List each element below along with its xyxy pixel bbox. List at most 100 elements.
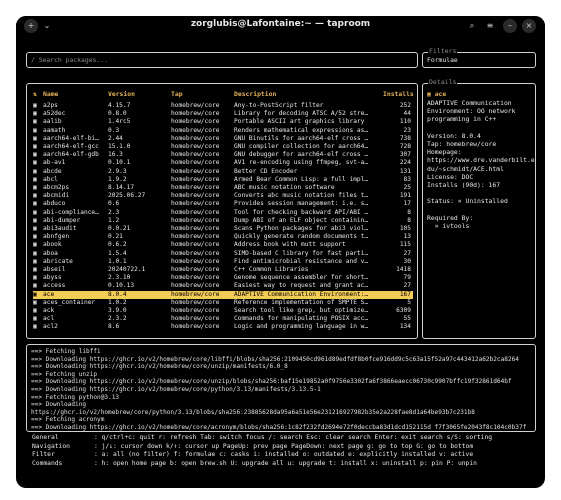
cell-description: Quickly generate random documents t… <box>234 233 369 241</box>
cell-description: Renders mathematical expressions as… <box>234 126 369 134</box>
table-row[interactable]: ▣ ab-av1 0.10.1 homebrew/core AV1 re-encodin… <box>33 159 413 167</box>
cell-tap: homebrew/core <box>171 175 220 183</box>
help-text: q/ctrl+c: quit r: refresh Tab: switch fo… <box>101 434 493 441</box>
cell-installs: 23 <box>403 126 411 134</box>
table-row[interactable]: ▣ acl 2.3.2 homebrew/core Commands for manip… <box>33 315 413 323</box>
cell-tap: homebrew/core <box>171 159 220 167</box>
details-panel: Details ▣ ace ADAPTIVE Communication Envi… <box>422 78 536 339</box>
help-label: General <box>32 434 59 441</box>
table-row[interactable]: ▣ aarch64-elf-bi… 2.44 homebrew/core GNU Bin… <box>33 135 413 143</box>
package-icon: ▣ <box>33 290 37 298</box>
close-icon[interactable]: × <box>522 19 536 33</box>
packages-table[interactable]: ⇅ Name Version Tap Description Installs … <box>26 83 418 339</box>
log-line: ==> Downloading https://ghcr.io/v2/homeb… <box>31 378 512 386</box>
package-icon: ▣ <box>33 110 37 118</box>
log-panel[interactable]: ==> Fetching libffi ==> Downloading https… <box>26 344 536 432</box>
title-bar: + ⌄ zorglubis@Lafontaine:~ — taproom ⌕ ≡… <box>16 16 545 36</box>
cell-installs: 252 <box>399 102 411 109</box>
help-label: Filter <box>32 451 55 459</box>
table-row[interactable]: ▣ abduco 0.6 homebrew/core Provides session … <box>33 200 413 208</box>
search-icon[interactable]: ⌕ <box>465 19 479 33</box>
table-row[interactable]: ▣ aces_container 1.0.2 homebrew/core Referen… <box>33 299 413 307</box>
header-description[interactable]: Description <box>234 90 276 98</box>
cell-installs: 134 <box>399 323 411 331</box>
cell-tap: homebrew/core <box>171 257 220 265</box>
cell-name: abyss <box>43 274 62 282</box>
log-line: ==> Downloading https://ghcr.io/v2/homeb… <box>31 424 527 431</box>
cell-name: abi3audit <box>43 225 77 232</box>
table-row[interactable]: ▣ abyss 2.3.10 homebrew/core Genome sequence… <box>33 274 413 282</box>
table-row[interactable]: ▣ abi-compliance… 2.3 homebrew/core Tool for… <box>33 209 413 217</box>
table-row[interactable]: ▣ abi-dumper 1.2 homebrew/core Dump ABI of a… <box>33 217 413 225</box>
cell-name: abduco <box>43 200 66 208</box>
cell-description: Genome sequence assembler for short… <box>234 274 369 282</box>
cell-description: GNU compiler collection for aarch64… <box>234 143 369 150</box>
details-line: ADAPTIVE Communication <box>427 99 512 107</box>
cell-installs: 5 <box>407 298 411 306</box>
cell-installs: 8 <box>407 208 411 216</box>
table-row[interactable]: ▣ aalib 1.4rc5 homebrew/core Portable ASCII … <box>33 118 413 126</box>
cell-name: aboa <box>43 249 58 257</box>
details-line: Status: × Uninstalled <box>427 197 508 206</box>
cell-tap: homebrew/core <box>171 298 220 306</box>
filters-panel[interactable]: Filters Formulae <box>422 47 536 68</box>
package-icon: ▣ <box>33 266 37 273</box>
header-version[interactable]: Version <box>108 90 135 98</box>
table-row[interactable]: ▣ ace 8.0.4 homebrew/core ADAPTIVE Communica… <box>33 290 413 299</box>
cell-description: Search tool like grep, but optimize… <box>234 307 369 314</box>
cell-name: a2ps <box>43 102 58 109</box>
package-icon: ▣ <box>33 241 37 249</box>
table-row[interactable]: ▣ abcmidi 2025.06.27 homebrew/core Converts … <box>33 192 413 200</box>
table-row[interactable]: ▣ abcl 1.9.2 homebrew/core Armed Bear Common… <box>33 176 413 184</box>
table-row[interactable]: ▣ abnfgen 0.21 homebrew/core Quickly generat… <box>33 233 413 241</box>
package-icon: ▣ <box>33 307 37 314</box>
header-name[interactable]: Name <box>43 90 58 98</box>
table-row[interactable]: ▣ a2ps 4.15.7 homebrew/core Any-to-PostScrip… <box>33 102 413 110</box>
table-row[interactable]: ▣ aarch64-elf-gcc 15.1.0 homebrew/core GNU c… <box>33 143 413 151</box>
table-row[interactable]: ▣ abi3audit 0.0.21 homebrew/core Scans Pytho… <box>33 225 413 233</box>
header-installs[interactable]: Installs <box>383 90 414 98</box>
package-icon: ▣ <box>33 249 37 257</box>
table-row[interactable]: ▣ acl2 8.6 homebrew/core Logic and programmi… <box>33 323 413 331</box>
cell-name: acl <box>43 315 55 323</box>
table-row[interactable]: ▣ a52dec 0.8.0 homebrew/core Library for dec… <box>33 110 413 118</box>
cell-name: ack <box>43 307 55 314</box>
cell-tap: homebrew/core <box>171 192 220 200</box>
details-line: https://www.dre.vanderbilt.e <box>427 156 535 165</box>
table-row[interactable]: ▣ abcm2ps 8.14.17 homebrew/core ABC music no… <box>33 184 413 192</box>
table-row[interactable]: ▣ aarch64-elf-gdb 16.3 homebrew/core GNU deb… <box>33 151 413 159</box>
cell-tap: homebrew/core <box>171 208 220 216</box>
table-row[interactable]: ▣ abricate 1.0.1 homebrew/core Find antimicr… <box>33 258 413 266</box>
header-tap[interactable]: Tap <box>171 90 183 98</box>
table-row[interactable]: ▣ ack 3.9.0 homebrew/core Search tool like g… <box>33 307 413 315</box>
table-row[interactable]: ▣ abcde 2.9.3 homebrew/core Better CD Encode… <box>33 168 413 176</box>
cell-installs: 13 <box>403 233 411 241</box>
table-row[interactable]: ▣ access 0.10.13 homebrew/core Easiest way t… <box>33 282 413 290</box>
cell-description: Armed Bear Common Lisp: a full impl… <box>234 175 369 183</box>
table-row[interactable]: ▣ aamath 0.3 homebrew/core Renders mathemati… <box>33 127 413 135</box>
cell-installs: 27 <box>403 249 411 257</box>
cell-installs: 105 <box>399 225 411 232</box>
cell-installs: 55 <box>403 315 411 323</box>
terminal-window: + ⌄ zorglubis@Lafontaine:~ — taproom ⌕ ≡… <box>16 16 545 488</box>
table-row[interactable]: ▣ abook 0.6.2 homebrew/core Address book wit… <box>33 241 413 249</box>
details-line: Installs (90d): 167 <box>427 181 501 189</box>
log-line: ==> Fetching libffi <box>31 348 101 355</box>
package-icon: ▣ <box>33 184 37 191</box>
cell-tap: homebrew/core <box>171 184 220 191</box>
cell-name: aarch64-elf-gcc <box>43 143 99 150</box>
log-line: https://ghcr.io/v2/homebrew/core/python/… <box>31 408 475 416</box>
cell-description: Dump ABI of an ELF object containin… <box>234 216 369 224</box>
search-input[interactable]: / Search packages... <box>26 52 418 68</box>
cell-version: 0.0.21 <box>108 225 131 232</box>
cell-name: aalib <box>43 118 62 126</box>
table-row[interactable]: ▣ abseil 20240722.1 homebrew/core C++ Common… <box>33 266 413 274</box>
cell-installs: 131 <box>399 167 411 175</box>
cell-name: a52dec <box>43 110 66 118</box>
minimize-icon[interactable]: – <box>503 19 517 33</box>
table-row[interactable]: ▣ aboa 1.5.4 homebrew/core SIMD-based C libr… <box>33 250 413 258</box>
log-line: ==> Downloading https://ghcr.io/v2/homeb… <box>31 386 321 393</box>
menu-icon[interactable]: ≡ <box>483 19 497 33</box>
header-sort-icon: ⇅ <box>33 90 37 98</box>
cell-version: 1.0.2 <box>108 298 127 306</box>
